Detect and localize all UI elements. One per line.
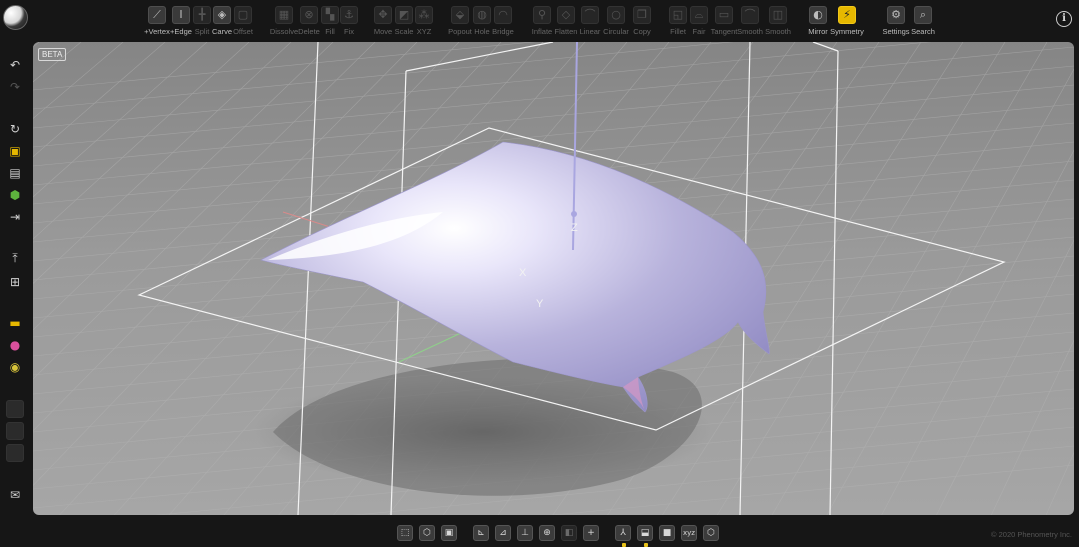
bottom-button-glyph: ▣ xyxy=(444,528,454,538)
tool-bridge-button[interactable]: ◠ Bridge xyxy=(483,6,523,36)
bridge-icon: ◠ xyxy=(494,6,512,24)
cube-view-icon[interactable]: ⬡ xyxy=(419,525,435,541)
layers-icon[interactable]: ⊞ xyxy=(6,273,24,291)
view-left-icon[interactable]: ⊾ xyxy=(473,525,489,541)
search-icon: ⌕ xyxy=(914,6,932,24)
grid-line xyxy=(33,42,734,110)
tool-xyz-button[interactable]: ⁂ XYZ xyxy=(404,6,444,36)
box-icon[interactable]: ⬓ xyxy=(637,525,653,547)
grid-line xyxy=(1045,451,1074,515)
beta-badge: BETA xyxy=(38,48,67,61)
bottom-button-glyph: ⅄ xyxy=(620,528,626,538)
y-axis-label: Y xyxy=(536,298,544,310)
scene-canvas[interactable] xyxy=(33,42,1074,515)
tool-smooth2-button[interactable]: ◫ Smooth xyxy=(758,6,798,36)
offset-icon: ▢ xyxy=(234,6,252,24)
bottom-button-glyph: xyz xyxy=(683,529,695,537)
material-icon[interactable]: ◉ xyxy=(6,358,24,376)
z-axis-handle[interactable] xyxy=(571,211,577,217)
symmetry-icon: ⚡ xyxy=(838,6,856,24)
grid-line xyxy=(33,42,536,91)
top-toolbar: ⟋ +Vertex I +Edge ╋ Split ◈ Carve ▢ Offset ▦ Dissol… xyxy=(0,0,1079,40)
empty-slot-icon[interactable] xyxy=(6,444,24,462)
bottom-button-glyph: ⊥ xyxy=(521,528,529,538)
app-logo-icon[interactable] xyxy=(3,5,28,30)
tool-label: Bridge xyxy=(492,27,514,36)
bottom-button-glyph: + xyxy=(587,528,595,538)
copyright-text: © 2020 Phenometry Inc. xyxy=(991,530,1072,539)
active-marker xyxy=(644,543,648,547)
bottom-button-glyph: ⬓ xyxy=(640,528,650,538)
bottom-button-glyph: ⬚ xyxy=(400,528,410,538)
view-top-icon[interactable]: ⊥ xyxy=(517,525,533,541)
tool-label: Symmetry xyxy=(830,27,864,36)
xyz-icon: ⁂ xyxy=(415,6,433,24)
copy-icon: ❐ xyxy=(633,6,651,24)
grid-line xyxy=(33,42,292,284)
share-icon[interactable]: ⇥ xyxy=(6,208,24,226)
active-marker xyxy=(622,543,626,547)
left-sidebar: ↶ ↷ ↻ ▣ ▤ ⬢ ⇥ ⤒ ⊞ ▬ ● ◉ ✉ xyxy=(0,40,32,547)
frame-select-icon[interactable]: ⬚ xyxy=(397,525,413,541)
grid-line xyxy=(990,339,1074,515)
bottom-button-glyph: ⬡ xyxy=(707,528,715,538)
wire-cube-icon[interactable]: ⬡ xyxy=(703,525,719,541)
grid-line xyxy=(33,42,932,129)
bottom-button-glyph: ⬡ xyxy=(423,528,431,538)
shade-icon[interactable]: ■ xyxy=(659,525,675,541)
smooth-curve-icon: ⌒ xyxy=(741,6,759,24)
grid-line xyxy=(33,42,82,83)
empty-slot-icon[interactable] xyxy=(6,400,24,418)
3d-viewport[interactable]: BETA Z X Y xyxy=(33,42,1074,515)
z-axis-label: Z xyxy=(571,222,578,234)
tool-offset-button[interactable]: ▢ Offset xyxy=(223,6,263,36)
bottom-button-glyph: ◧ xyxy=(564,528,574,538)
tool-search-button[interactable]: ⌕ Search xyxy=(903,6,943,36)
grid-line xyxy=(33,42,208,198)
flip-icon[interactable]: ◧ xyxy=(561,525,577,541)
fix-icon: ⚓ xyxy=(340,6,358,24)
tool-label: Offset xyxy=(233,27,253,36)
xyz-label-icon[interactable]: xyz xyxy=(681,525,697,541)
grid-line xyxy=(33,42,250,240)
grid-line xyxy=(33,42,166,158)
redo-icon[interactable]: ↷ xyxy=(6,78,24,96)
tool-label: XYZ xyxy=(416,27,432,36)
bottom-button-glyph: ⊕ xyxy=(543,528,551,538)
mail-icon[interactable]: ✉ xyxy=(6,486,24,504)
grid-line xyxy=(881,149,1074,515)
tool-symmetry-button[interactable]: ⚡ Symmetry xyxy=(827,6,867,36)
zoom-icon[interactable]: ⊕ xyxy=(539,525,555,541)
solid-view-icon[interactable]: ▣ xyxy=(441,525,457,541)
undo-icon[interactable]: ↶ xyxy=(6,56,24,74)
reference-icon[interactable]: ⤒ xyxy=(6,249,24,267)
save-icon[interactable]: ▣ xyxy=(6,142,24,160)
color-palette-icon[interactable]: ● xyxy=(6,336,24,354)
tool-label: Smooth xyxy=(765,27,791,36)
info-button[interactable]: i xyxy=(1056,11,1072,27)
bottom-button-glyph: ⊿ xyxy=(499,528,507,538)
tool-label: Search xyxy=(911,27,935,36)
export-cube-icon[interactable]: ⬢ xyxy=(6,186,24,204)
reload-icon[interactable]: ↻ xyxy=(6,120,24,138)
grid-line xyxy=(771,42,1048,515)
folder-icon[interactable]: ▬ xyxy=(6,314,24,332)
axes-icon[interactable]: ⅄ xyxy=(615,525,631,547)
bottom-view-toolbar: ⬚ ⬡ ▣ ⊾ ⊿ ⊥ ⊕ ◧ + ⅄ ⬓ ■ xyz ⬡ © 2020 Phenometry Inc. xyxy=(0,516,1079,547)
smooth-surface-icon: ◫ xyxy=(769,6,787,24)
save-as-icon[interactable]: ▤ xyxy=(6,164,24,182)
tool-label: Copy xyxy=(633,27,651,36)
empty-slot-icon[interactable] xyxy=(6,422,24,440)
mirror-icon: ◐ xyxy=(809,6,827,24)
grid-line xyxy=(936,239,1074,515)
tool-copy-button[interactable]: ❐ Copy xyxy=(622,6,662,36)
add-point-icon[interactable]: + xyxy=(583,525,599,541)
view-right-icon[interactable]: ⊿ xyxy=(495,525,511,541)
x-axis-label: X xyxy=(519,267,527,279)
bottom-button-glyph: ⊾ xyxy=(477,528,485,538)
bottom-button-glyph: ■ xyxy=(662,528,672,538)
